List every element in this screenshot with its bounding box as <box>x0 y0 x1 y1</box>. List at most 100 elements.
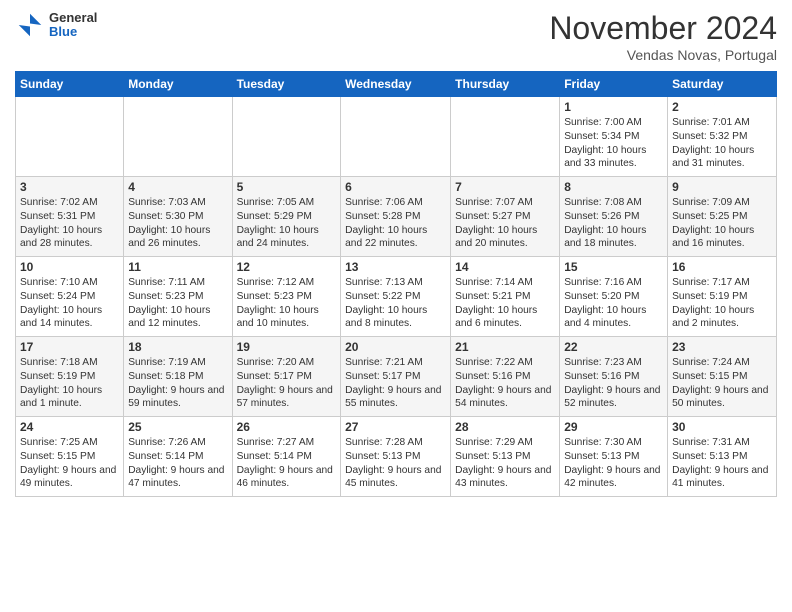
day-info-26: Sunrise: 7:27 AM Sunset: 5:14 PM Dayligh… <box>237 436 337 491</box>
day-cell-4-3: 27 Sunrise: 7:28 AM Sunset: 5:13 PM Dayli… <box>341 417 451 497</box>
day-info-2: Sunrise: 7:01 AM Sunset: 5:32 PM Dayligh… <box>672 116 772 171</box>
day-info-9: Sunrise: 7:09 AM Sunset: 5:25 PM Dayligh… <box>672 196 772 251</box>
day-number-6: 6 <box>345 180 446 194</box>
day-number-10: 10 <box>20 260 119 274</box>
day-cell-2-5: 15 Sunrise: 7:16 AM Sunset: 5:20 PM Dayli… <box>560 257 668 337</box>
day-info-30: Sunrise: 7:31 AM Sunset: 5:13 PM Dayligh… <box>672 436 772 491</box>
header-wednesday: Wednesday <box>341 72 451 97</box>
day-cell-1-1: 4 Sunrise: 7:03 AM Sunset: 5:30 PM Daylig… <box>124 177 232 257</box>
header-saturday: Saturday <box>668 72 777 97</box>
day-cell-4-6: 30Sunrise: 7:31 AM Sunset: 5:13 PM Dayli… <box>668 417 777 497</box>
day-info-15: Sunrise: 7:16 AM Sunset: 5:20 PM Dayligh… <box>564 276 663 331</box>
day-cell-2-0: 10 Sunrise: 7:10 AM Sunset: 5:24 PM Dayli… <box>16 257 124 337</box>
day-cell-2-4: 14 Sunrise: 7:14 AM Sunset: 5:21 PM Dayli… <box>451 257 560 337</box>
day-info-20: Sunrise: 7:21 AM Sunset: 5:17 PM Dayligh… <box>345 356 446 411</box>
title-block: November 2024 Vendas Novas, Portugal <box>549 10 777 63</box>
day-info-11: Sunrise: 7:11 AM Sunset: 5:23 PM Dayligh… <box>128 276 227 331</box>
location: Vendas Novas, Portugal <box>549 47 777 63</box>
day-info-10: Sunrise: 7:10 AM Sunset: 5:24 PM Dayligh… <box>20 276 119 331</box>
day-number-29: 29 <box>564 420 663 434</box>
day-info-23: Sunrise: 7:24 AM Sunset: 5:15 PM Dayligh… <box>672 356 772 411</box>
week-row-3: 17Sunrise: 7:18 AM Sunset: 5:19 PM Dayli… <box>16 337 777 417</box>
day-info-16: Sunrise: 7:17 AM Sunset: 5:19 PM Dayligh… <box>672 276 772 331</box>
header-tuesday: Tuesday <box>232 72 341 97</box>
day-cell-2-3: 13 Sunrise: 7:13 AM Sunset: 5:22 PM Dayli… <box>341 257 451 337</box>
day-cell-0-3 <box>341 97 451 177</box>
day-cell-3-4: 21Sunrise: 7:22 AM Sunset: 5:16 PM Dayli… <box>451 337 560 417</box>
calendar-table: Sunday Monday Tuesday Wednesday Thursday… <box>15 71 777 497</box>
day-number-1: 1 <box>564 100 663 114</box>
day-number-14: 14 <box>455 260 555 274</box>
day-number-8: 8 <box>564 180 663 194</box>
day-cell-3-5: 22Sunrise: 7:23 AM Sunset: 5:16 PM Dayli… <box>560 337 668 417</box>
day-info-7: Sunrise: 7:07 AM Sunset: 5:27 PM Dayligh… <box>455 196 555 251</box>
week-row-4: 24 Sunrise: 7:25 AM Sunset: 5:15 PM Dayli… <box>16 417 777 497</box>
day-number-11: 11 <box>128 260 227 274</box>
day-number-19: 19 <box>237 340 337 354</box>
day-number-21: 21 <box>455 340 555 354</box>
logo-text: General Blue <box>49 11 97 40</box>
day-number-27: 27 <box>345 420 446 434</box>
day-info-27: Sunrise: 7:28 AM Sunset: 5:13 PM Dayligh… <box>345 436 446 491</box>
day-cell-0-2 <box>232 97 341 177</box>
day-cell-2-1: 11 Sunrise: 7:11 AM Sunset: 5:23 PM Dayli… <box>124 257 232 337</box>
day-cell-0-4 <box>451 97 560 177</box>
logo-icon <box>15 10 45 40</box>
day-cell-3-0: 17Sunrise: 7:18 AM Sunset: 5:19 PM Dayli… <box>16 337 124 417</box>
day-number-7: 7 <box>455 180 555 194</box>
logo-general-label: General <box>49 11 97 25</box>
day-info-24: Sunrise: 7:25 AM Sunset: 5:15 PM Dayligh… <box>20 436 119 491</box>
day-number-9: 9 <box>672 180 772 194</box>
day-info-8: Sunrise: 7:08 AM Sunset: 5:26 PM Dayligh… <box>564 196 663 251</box>
day-info-6: Sunrise: 7:06 AM Sunset: 5:28 PM Dayligh… <box>345 196 446 251</box>
day-cell-3-3: 20 Sunrise: 7:21 AM Sunset: 5:17 PM Dayli… <box>341 337 451 417</box>
day-number-24: 24 <box>20 420 119 434</box>
day-cell-4-5: 29 Sunrise: 7:30 AM Sunset: 5:13 PM Dayli… <box>560 417 668 497</box>
day-cell-0-1 <box>124 97 232 177</box>
day-cell-0-0 <box>16 97 124 177</box>
day-info-25: Sunrise: 7:26 AM Sunset: 5:14 PM Dayligh… <box>128 436 227 491</box>
day-info-13: Sunrise: 7:13 AM Sunset: 5:22 PM Dayligh… <box>345 276 446 331</box>
day-number-3: 3 <box>20 180 119 194</box>
day-info-17: Sunrise: 7:18 AM Sunset: 5:19 PM Dayligh… <box>20 356 119 411</box>
page: General Blue November 2024 Vendas Novas,… <box>0 0 792 512</box>
day-info-5: Sunrise: 7:05 AM Sunset: 5:29 PM Dayligh… <box>237 196 337 251</box>
day-cell-1-2: 5 Sunrise: 7:05 AM Sunset: 5:29 PM Daylig… <box>232 177 341 257</box>
day-cell-0-5: 1 Sunrise: 7:00 AM Sunset: 5:34 PM Daylig… <box>560 97 668 177</box>
day-number-28: 28 <box>455 420 555 434</box>
day-number-12: 12 <box>237 260 337 274</box>
header-friday: Friday <box>560 72 668 97</box>
day-cell-3-1: 18 Sunrise: 7:19 AM Sunset: 5:18 PM Dayli… <box>124 337 232 417</box>
day-info-4: Sunrise: 7:03 AM Sunset: 5:30 PM Dayligh… <box>128 196 227 251</box>
day-info-29: Sunrise: 7:30 AM Sunset: 5:13 PM Dayligh… <box>564 436 663 491</box>
day-info-3: Sunrise: 7:02 AM Sunset: 5:31 PM Dayligh… <box>20 196 119 251</box>
day-cell-4-1: 25 Sunrise: 7:26 AM Sunset: 5:14 PM Dayli… <box>124 417 232 497</box>
day-number-5: 5 <box>237 180 337 194</box>
header: General Blue November 2024 Vendas Novas,… <box>15 10 777 63</box>
header-thursday: Thursday <box>451 72 560 97</box>
header-sunday: Sunday <box>16 72 124 97</box>
week-row-0: 1 Sunrise: 7:00 AM Sunset: 5:34 PM Daylig… <box>16 97 777 177</box>
day-number-25: 25 <box>128 420 227 434</box>
day-number-22: 22 <box>564 340 663 354</box>
day-cell-4-0: 24 Sunrise: 7:25 AM Sunset: 5:15 PM Dayli… <box>16 417 124 497</box>
day-number-20: 20 <box>345 340 446 354</box>
day-cell-2-6: 16Sunrise: 7:17 AM Sunset: 5:19 PM Dayli… <box>668 257 777 337</box>
day-cell-3-2: 19 Sunrise: 7:20 AM Sunset: 5:17 PM Dayli… <box>232 337 341 417</box>
day-cell-1-0: 3 Sunrise: 7:02 AM Sunset: 5:31 PM Daylig… <box>16 177 124 257</box>
day-number-15: 15 <box>564 260 663 274</box>
day-cell-1-5: 8 Sunrise: 7:08 AM Sunset: 5:26 PM Daylig… <box>560 177 668 257</box>
day-info-18: Sunrise: 7:19 AM Sunset: 5:18 PM Dayligh… <box>128 356 227 411</box>
day-info-28: Sunrise: 7:29 AM Sunset: 5:13 PM Dayligh… <box>455 436 555 491</box>
day-number-13: 13 <box>345 260 446 274</box>
day-info-19: Sunrise: 7:20 AM Sunset: 5:17 PM Dayligh… <box>237 356 337 411</box>
week-row-2: 10 Sunrise: 7:10 AM Sunset: 5:24 PM Dayli… <box>16 257 777 337</box>
day-info-14: Sunrise: 7:14 AM Sunset: 5:21 PM Dayligh… <box>455 276 555 331</box>
day-number-26: 26 <box>237 420 337 434</box>
day-number-4: 4 <box>128 180 227 194</box>
day-number-2: 2 <box>672 100 772 114</box>
day-info-12: Sunrise: 7:12 AM Sunset: 5:23 PM Dayligh… <box>237 276 337 331</box>
day-info-1: Sunrise: 7:00 AM Sunset: 5:34 PM Dayligh… <box>564 116 663 171</box>
day-cell-4-2: 26 Sunrise: 7:27 AM Sunset: 5:14 PM Dayli… <box>232 417 341 497</box>
day-number-18: 18 <box>128 340 227 354</box>
